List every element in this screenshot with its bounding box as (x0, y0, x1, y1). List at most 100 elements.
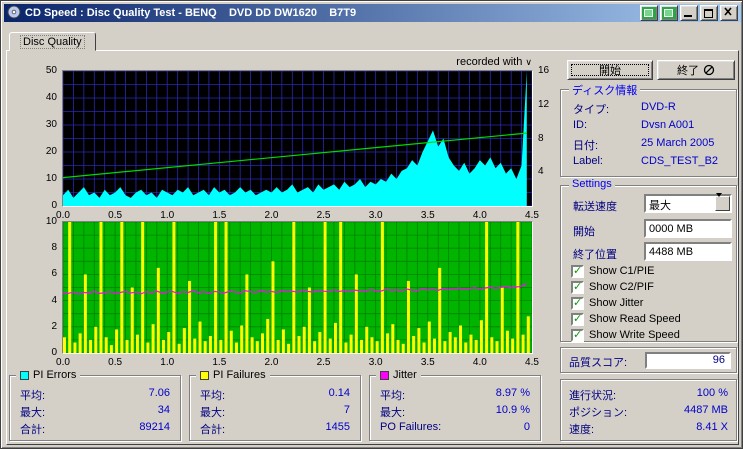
stat-label: 最大: (20, 407, 46, 419)
axis-tick: 4 (51, 294, 57, 306)
close-icon (724, 7, 732, 16)
axis-tick: 3.0 (368, 210, 383, 221)
titlebar-tool-button-1[interactable] (640, 5, 658, 21)
stat-value: 1455 (325, 421, 350, 433)
stat-value: 89214 (139, 421, 170, 433)
checkbox-show-read-speed[interactable]: ✓ Show Read Speed (571, 312, 681, 326)
stat-value: 0 (523, 421, 530, 433)
axis-tick: 0.0 (56, 357, 70, 368)
checkbox-label: Show C1/PIE (589, 265, 655, 277)
check-icon: ✓ (573, 264, 583, 277)
pi-errors-swatch (20, 370, 29, 380)
axis-tick: 2.0 (264, 357, 279, 368)
axis-tick: 8 (51, 242, 57, 254)
stat-label: PO Failures: (380, 421, 442, 433)
axis-tick: 30 (45, 119, 57, 130)
transfer-rate-select[interactable]: 最大 (644, 193, 732, 213)
axis-tick: 3.5 (420, 357, 435, 368)
transfer-rate-label: 転送速度 (573, 201, 617, 213)
axis-tick: 12 (538, 98, 550, 110)
axis-tick: 1.5 (212, 357, 227, 368)
checkbox-box[interactable]: ✓ (571, 280, 584, 294)
chevron-down-icon[interactable]: ∨ (525, 57, 532, 67)
stat-label: 平均: (380, 390, 406, 402)
legend-label: Jitter (393, 369, 417, 381)
axis-tick: 3.0 (368, 357, 383, 368)
position-label: ポジション: (569, 407, 628, 419)
pi-failures-swatch (200, 370, 209, 380)
titlebar-tool-button-2[interactable] (660, 5, 678, 21)
progress-label: 進行状況: (569, 390, 617, 402)
checkbox-box[interactable]: ✓ (571, 328, 584, 342)
exit-button-label: 終了 (677, 65, 699, 77)
axis-tick: 2.0 (264, 210, 279, 221)
end-position-label: 終了位置 (573, 249, 617, 261)
recorded-with-label: recorded with ∨ (332, 56, 532, 68)
pi-errors-legend: PI Errors (16, 369, 81, 381)
disc-label-label: Label: (573, 155, 603, 167)
close-button[interactable] (720, 5, 738, 21)
stat-value: 10.9 % (495, 404, 530, 416)
minimize-button[interactable] (680, 5, 698, 21)
axis-tick: 10 (45, 216, 57, 227)
settings-title: Settings (569, 178, 615, 190)
position-value: 4487 MB (683, 404, 728, 416)
checkbox-label: Show Read Speed (589, 313, 681, 325)
status-box: 進行状況: 100 % ポジション: 4487 MB 速度: 8.41 X (560, 379, 737, 441)
settings-group: Settings 転送速度 最大 開始 終了位置 ✓ Show C1/PIE ✓… (560, 178, 737, 342)
legend-label: PI Errors (33, 369, 77, 381)
checkbox-show-jitter[interactable]: ✓ Show Jitter (571, 296, 643, 310)
recorded-with-text: recorded with (456, 56, 523, 68)
dropdown-button[interactable] (715, 193, 730, 212)
disc-info-title: ディスク情報 (569, 82, 641, 98)
start-button-label: 開始 (599, 65, 621, 77)
axis-tick: 40 (45, 92, 57, 103)
stat-value: 7.06 (148, 387, 170, 399)
stat-label: 平均: (20, 390, 46, 402)
disc-type-value: DVD-R (641, 101, 676, 113)
checkbox-box[interactable]: ✓ (571, 296, 584, 310)
exit-button[interactable]: 終了 (657, 60, 735, 80)
axis-tick: 1.0 (160, 357, 175, 368)
axis-tick: 0.5 (108, 210, 123, 221)
disc-date-label: 日付: (573, 140, 599, 152)
disc-type-label: タイプ: (573, 104, 610, 116)
stat-value: 34 (157, 404, 170, 416)
stat-label: 最大: (380, 407, 406, 419)
maximize-button[interactable] (700, 5, 718, 21)
end-position-input[interactable] (644, 242, 732, 261)
quality-score-label: 品質スコア: (569, 357, 628, 369)
start-position-label: 開始 (573, 226, 595, 238)
check-icon: ✓ (573, 312, 583, 325)
start-position-input[interactable] (644, 219, 732, 238)
minimize-icon (684, 15, 692, 17)
window-save-icon (664, 9, 673, 17)
checkbox-box[interactable]: ✓ (571, 264, 584, 278)
pi-failures-jitter-chart (62, 221, 533, 354)
cd-app-icon (7, 5, 21, 22)
axis-tick: 4.5 (525, 357, 539, 368)
axis-tick: 0.5 (108, 357, 123, 368)
disc-date-value: 25 March 2005 (641, 137, 715, 149)
disc-id-value: Dvsn A001 (641, 119, 695, 131)
axis-tick: 1.5 (212, 210, 227, 221)
checkbox-label: Show C2/PIF (589, 281, 654, 293)
axis-tick: 2.5 (316, 357, 331, 368)
tab-disc-quality[interactable]: Disc Quality (9, 32, 96, 51)
disc-info-group: ディスク情報 タイプ: DVD-R ID: Dvsn A001 日付: 25 Marc… (560, 82, 737, 177)
speed-value: 8.41 X (696, 421, 728, 433)
titlebar[interactable]: CD Speed : Disc Quality Test - BENQ DVD … (4, 4, 741, 22)
stat-value: 8.97 % (495, 387, 530, 399)
cancel-icon (703, 64, 715, 76)
checkbox-show-c2-pif[interactable]: ✓ Show C2/PIF (571, 280, 654, 294)
checkbox-show-write-speed[interactable]: ✓ Show Write Speed (571, 328, 680, 342)
jitter-legend: Jitter (376, 369, 421, 381)
checkbox-box[interactable]: ✓ (571, 312, 584, 326)
pi-failures-stats-box: PI Failures 平均: 0.14 最大: 7 合計: 1455 (189, 369, 361, 441)
stat-label: 合計: (200, 424, 226, 436)
axis-tick: 8 (538, 132, 544, 144)
start-button[interactable]: 開始 (567, 60, 653, 80)
progress-value: 100 % (696, 387, 728, 399)
checkbox-show-c1-pie[interactable]: ✓ Show C1/PIE (571, 264, 654, 278)
stat-value: 0.14 (328, 387, 350, 399)
